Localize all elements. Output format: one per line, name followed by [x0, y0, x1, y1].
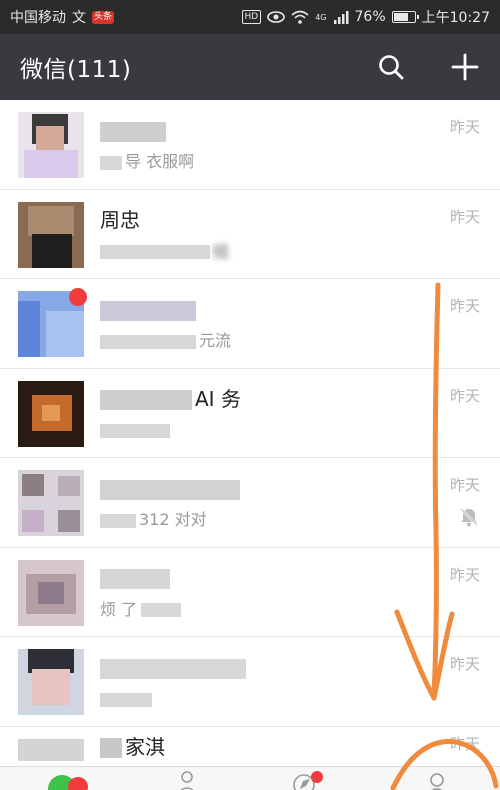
chat-name [100, 653, 249, 681]
battery-percent: 76% [354, 9, 386, 25]
avatar [18, 380, 84, 447]
chat-time: 昨天 [449, 476, 480, 494]
chat-time: 昨天 [449, 565, 480, 584]
clock: 上午10:27 [421, 10, 490, 26]
signal-icon [333, 11, 349, 24]
plus-icon [451, 53, 479, 81]
tab-discover[interactable] [250, 767, 375, 790]
chat-preview [100, 687, 155, 711]
chat-time: 昨天 [449, 207, 480, 226]
chat-row[interactable]: 周忠 结 昨天 [0, 189, 500, 279]
chat-row[interactable]: 元流 昨天 [0, 279, 500, 369]
avatar [18, 649, 84, 715]
chat-row[interactable]: 烦 了 昨天 [0, 547, 500, 637]
unread-badge [69, 288, 87, 306]
tab-me[interactable] [375, 767, 500, 790]
chat-preview: 元流 [100, 329, 231, 353]
chat-time: 昨天 [449, 297, 480, 315]
chat-preview: 结 [100, 240, 229, 264]
app-notification-icon: 头条 [92, 10, 115, 24]
page-title: 微信(111) [20, 57, 132, 83]
contacts-icon [180, 771, 194, 790]
hd-icon: HD [241, 10, 262, 24]
chat-name: AI 务 [100, 385, 241, 413]
chat-row[interactable]: 家淇 昨天 [0, 726, 500, 761]
chat-name [100, 564, 173, 592]
wifi-icon [291, 10, 309, 24]
avatar [18, 738, 84, 761]
chat-row[interactable]: AI 务 昨天 [0, 368, 500, 458]
chat-name: 周忠 [100, 207, 140, 232]
chat-time: 昨天 [449, 734, 480, 753]
eye-icon [267, 11, 286, 23]
person-icon [430, 773, 444, 790]
chat-time: 昨天 [449, 655, 480, 673]
search-icon [379, 55, 404, 80]
status-bar: 中国移动 文 头条 HD 4G 76% 上午10:27 [0, 0, 500, 34]
chat-name: 家淇 [100, 733, 165, 761]
chat-row[interactable]: 导 衣服啊 昨天 [0, 100, 500, 190]
app-header: 微信(111) [0, 34, 500, 100]
chat-name [100, 116, 169, 144]
mute-icon [460, 508, 478, 527]
avatar [18, 470, 84, 536]
compass-icon [293, 771, 323, 790]
chat-preview [100, 419, 173, 443]
chat-preview: 导 衣服啊 [100, 150, 194, 174]
chat-preview: 烦 了 [100, 598, 184, 622]
bottom-tab-bar [0, 766, 500, 790]
avatar [18, 559, 84, 626]
carrier-icon: 文 [72, 10, 86, 26]
chat-time: 昨天 [449, 118, 480, 136]
search-button[interactable] [376, 52, 406, 82]
chat-time: 昨天 [449, 386, 480, 405]
tab-contacts[interactable] [125, 767, 250, 790]
battery-icon [391, 11, 419, 23]
chat-row[interactable]: 312 对对 昨天 [0, 458, 500, 548]
network-label: 4G [315, 12, 327, 22]
avatar [18, 112, 84, 178]
avatar [18, 201, 84, 268]
chat-preview: 312 对对 [100, 508, 207, 532]
chat-list: 导 衣服啊 昨天 周忠 结 昨天 元流 昨天 AI 务 昨天 312 对对 昨天… [0, 100, 500, 761]
tab-chats[interactable] [0, 767, 125, 790]
add-button[interactable] [450, 52, 480, 82]
carrier-label: 中国移动 [10, 10, 66, 26]
chat-name [100, 474, 243, 502]
avatar [18, 288, 87, 357]
chat-name [100, 295, 199, 323]
chat-row[interactable]: 昨天 [0, 637, 500, 727]
chat-bubble-icon [48, 775, 88, 790]
